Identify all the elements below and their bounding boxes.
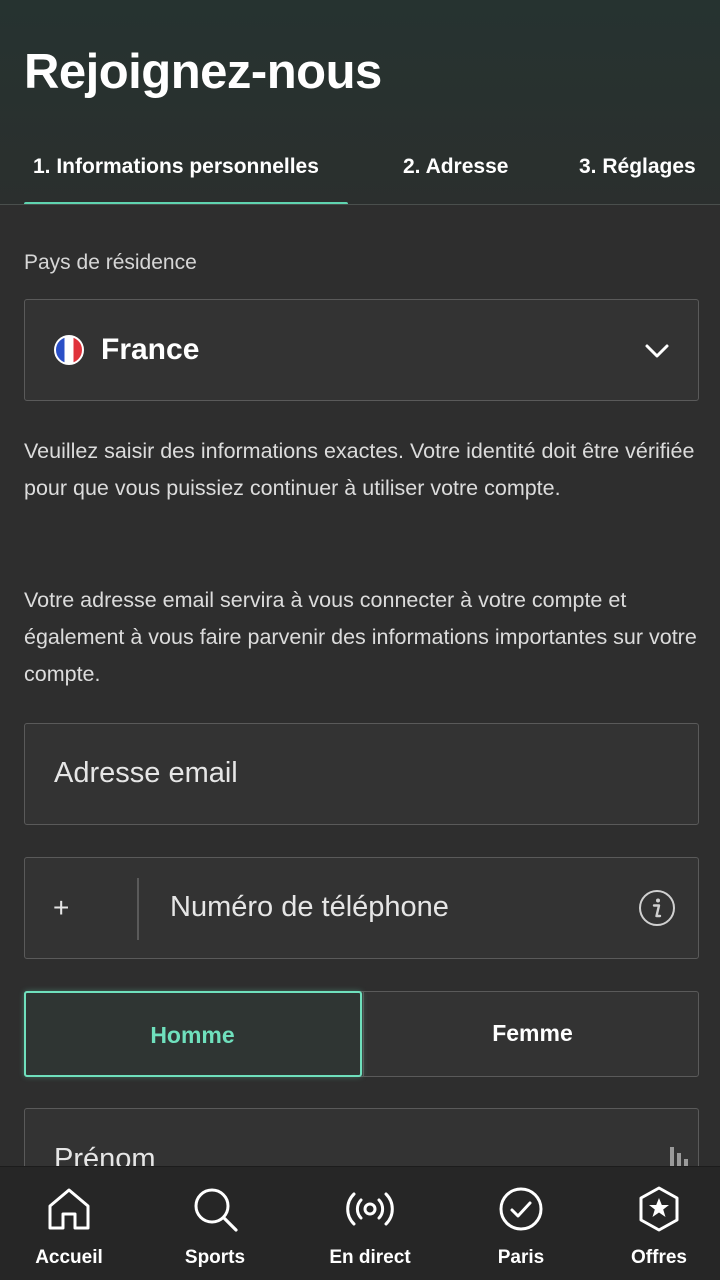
gender-selector: Homme Femme [23,990,701,1077]
tab-settings[interactable]: 3. Réglages [579,148,696,204]
nav-label-sports: Sports [184,1247,246,1268]
country-value: France [101,333,200,366]
star-badge-icon [639,1186,679,1232]
phone-prefix[interactable]: + [53,892,69,924]
email-field[interactable]: Adresse email [24,723,699,825]
email-placeholder: Adresse email [54,757,238,789]
phone-field[interactable]: + Numéro de téléphone [24,857,699,959]
info-icon[interactable] [638,889,676,927]
bottom-navigation: Accueil Sports En direct Paris Offres [0,1166,720,1280]
header: Rejoignez-nous 1. Informations personnel… [0,0,720,205]
tab-personal-info[interactable]: 1. Informations personnelles [24,148,348,204]
identity-info-text: Veuillez saisir des informations exactes… [24,439,695,500]
nav-label-accueil: Accueil [35,1247,103,1268]
country-select[interactable]: France [24,299,699,401]
email-info-text: Votre adresse email servira à vous conne… [24,588,697,686]
france-flag-icon [54,335,84,365]
nav-label-en-direct: En direct [329,1247,411,1268]
nav-sports[interactable]: Sports [155,1167,275,1280]
nav-en-direct[interactable]: En direct [310,1167,430,1280]
nav-label-paris: Paris [497,1247,545,1268]
check-circle-icon [499,1187,543,1231]
nav-accueil[interactable]: Accueil [9,1167,129,1280]
live-broadcast-icon [346,1192,394,1226]
chevron-down-icon [645,344,669,358]
country-label: Pays de résidence [24,251,197,274]
gender-femme-button[interactable]: Femme [363,990,701,1077]
step-tabs: 1. Informations personnelles 2. Adresse … [0,148,720,205]
gender-homme-button[interactable]: Homme [23,990,362,1077]
nav-label-offres: Offres [631,1247,687,1268]
nav-offres[interactable]: Offres [599,1167,719,1280]
search-icon [194,1188,238,1232]
phone-placeholder: Numéro de téléphone [170,891,449,923]
home-icon [48,1188,90,1230]
nav-paris[interactable]: Paris [461,1167,581,1280]
phone-divider [137,878,139,940]
tab-address[interactable]: 2. Adresse [403,148,508,204]
page-title: Rejoignez-nous [24,45,382,99]
